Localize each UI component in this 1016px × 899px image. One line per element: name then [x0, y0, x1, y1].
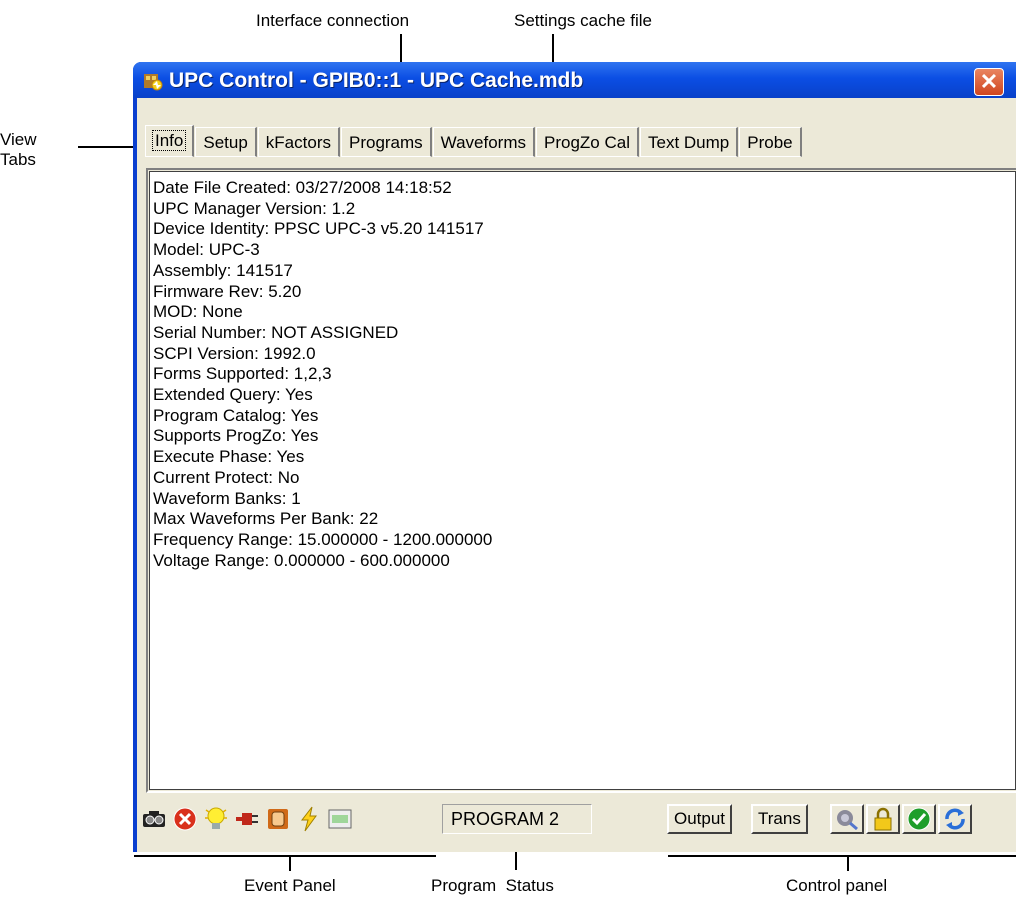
status-bar: PROGRAM 2 Output Trans: [137, 800, 1016, 846]
info-line: UPC Manager Version: 1.2: [153, 198, 356, 218]
callout-line: [552, 34, 554, 64]
info-line: Supports ProgZo: Yes: [153, 426, 319, 446]
error-icon[interactable]: [171, 804, 199, 834]
output-button[interactable]: Output: [667, 804, 733, 834]
tab-waveforms[interactable]: Waveforms: [432, 127, 535, 157]
hand-icon[interactable]: [264, 804, 292, 834]
info-line: Frequency Range: 15.000000 - 1200.000000: [153, 529, 493, 549]
view-tabs: Info Setup kFactors Programs Waveforms P…: [145, 125, 803, 159]
tab-probe[interactable]: Probe: [739, 127, 802, 157]
tab-setup[interactable]: Setup: [195, 127, 257, 157]
tab-programs[interactable]: Programs: [340, 127, 432, 157]
info-line: Extended Query: Yes: [153, 385, 313, 405]
annotation-control-panel: Control panel: [786, 876, 888, 895]
callout-line: [847, 855, 849, 871]
info-line: Execute Phase: Yes: [153, 447, 305, 467]
info-line: Program Catalog: Yes: [153, 405, 319, 425]
info-text-area[interactable]: Date File Created: 03/27/2008 14:18:52 U…: [149, 171, 1016, 790]
app-icon: [144, 74, 163, 91]
tab-text-dump[interactable]: Text Dump: [639, 127, 739, 157]
lightning-icon[interactable]: [295, 804, 323, 834]
window-client: Info Setup kFactors Programs Waveforms P…: [137, 98, 1016, 852]
window-icon[interactable]: [326, 804, 354, 834]
tab-progzo-cal[interactable]: ProgZo Cal: [536, 127, 639, 157]
info-line: Waveform Banks: 1: [153, 488, 301, 508]
info-panel: Date File Created: 03/27/2008 14:18:52 U…: [146, 168, 1016, 793]
app-window: UPC Control - GPIB0::1 - UPC Cache.mdb ✕…: [133, 62, 1016, 852]
close-icon: ✕: [979, 69, 999, 94]
probe-icon[interactable]: [830, 804, 864, 834]
info-line: Serial Number: NOT ASSIGNED: [153, 322, 399, 342]
info-line: Max Waveforms Per Bank: 22: [153, 509, 379, 529]
info-line: Device Identity: PPSC UPC-3 v5.20 141517: [153, 219, 484, 239]
callout-line: [134, 855, 436, 857]
close-button[interactable]: ✕: [974, 68, 1004, 96]
info-line: Firmware Rev: 5.20: [153, 281, 302, 301]
lock-icon[interactable]: [866, 804, 900, 834]
info-line: Date File Created: 03/27/2008 14:18:52: [153, 178, 452, 197]
program-status: PROGRAM 2: [442, 804, 592, 834]
info-line: Forms Supported: 1,2,3: [153, 364, 332, 384]
title-bar[interactable]: UPC Control - GPIB0::1 - UPC Cache.mdb ✕: [133, 62, 1016, 98]
trans-button[interactable]: Trans: [751, 804, 808, 834]
tab-kfactors[interactable]: kFactors: [257, 127, 340, 157]
annotation-event-panel: Event Panel: [244, 876, 336, 895]
tab-info[interactable]: Info: [145, 125, 195, 157]
lightbulb-icon[interactable]: [202, 804, 230, 834]
info-line: MOD: None: [153, 302, 243, 322]
info-line: Voltage Range: 0.000000 - 600.000000: [153, 550, 450, 570]
annotation-interface-connection: Interface connection: [256, 11, 410, 30]
annotation-view-tabs-line2: Tabs: [0, 150, 36, 169]
window-title: UPC Control - GPIB0::1 - UPC Cache.mdb: [169, 69, 584, 92]
camera-icon[interactable]: [140, 804, 168, 834]
annotation-view-tabs: View Tabs: [0, 130, 37, 170]
info-line: SCPI Version: 1992.0: [153, 343, 316, 363]
info-line: Assembly: 141517: [153, 260, 293, 280]
info-line: Model: UPC-3: [153, 240, 260, 260]
annotation-program-status: Program Status: [431, 876, 554, 895]
info-line: Current Protect: No: [153, 467, 300, 487]
callout-line: [289, 855, 291, 871]
callout-line: [400, 34, 402, 64]
check-icon[interactable]: [902, 804, 936, 834]
annotation-settings-cache-file: Settings cache file: [514, 11, 652, 30]
callout-line: [668, 855, 1016, 857]
annotation-view-tabs-line1: View: [0, 130, 37, 149]
refresh-icon[interactable]: [938, 804, 972, 834]
plug-icon[interactable]: [233, 804, 261, 834]
